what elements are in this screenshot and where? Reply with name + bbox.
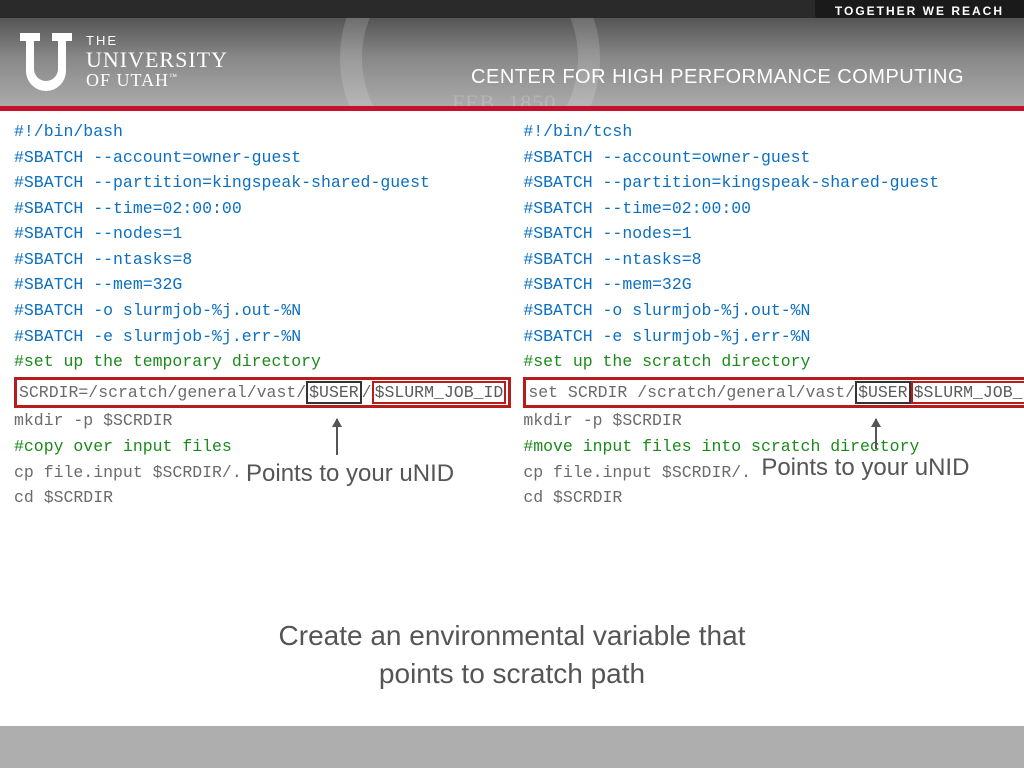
user-var-tcsh: $USER	[855, 381, 911, 405]
center-title: CENTER FOR HIGH PERFORMANCE COMPUTING	[471, 66, 964, 89]
jobid-var-tcsh: $SLURM_JOB_ID	[911, 381, 1024, 405]
arrow-right	[875, 419, 877, 449]
university-seal	[340, 18, 600, 111]
logo-line3: OF UTAH™	[86, 71, 228, 90]
slide-caption: Create an environmental variable that po…	[0, 617, 1024, 693]
logo-line2: UNIVERSITY	[86, 48, 228, 71]
footer-bar	[0, 726, 1024, 768]
bash-script: #!/bin/bash #SBATCH --account=owner-gues…	[14, 119, 511, 587]
logo-line1: THE	[86, 34, 228, 48]
user-var-bash: $USER	[306, 381, 362, 405]
scrdir-highlight-bash: SCRDIR=/scratch/general/vast/$USER/$SLUR…	[14, 377, 511, 409]
tcsh-script: #!/bin/tcsh #SBATCH --account=owner-gues…	[523, 119, 1024, 587]
logo-u-icon	[18, 31, 76, 93]
arrow-left	[336, 419, 338, 455]
header: THE UNIVERSITY OF UTAH™ CENTER FOR HIGH …	[0, 18, 1024, 111]
scrdir-highlight-tcsh: set SCRDIR /scratch/general/vast/$USER$S…	[523, 377, 1024, 409]
university-logo: THE UNIVERSITY OF UTAH™	[18, 31, 228, 93]
annot-left: Points to your uNID	[246, 455, 454, 492]
jobid-var-bash: $SLURM_JOB_ID	[372, 381, 507, 405]
content-columns: #!/bin/bash #SBATCH --account=owner-gues…	[0, 111, 1024, 587]
annot-right: Points to your uNID	[761, 449, 969, 486]
